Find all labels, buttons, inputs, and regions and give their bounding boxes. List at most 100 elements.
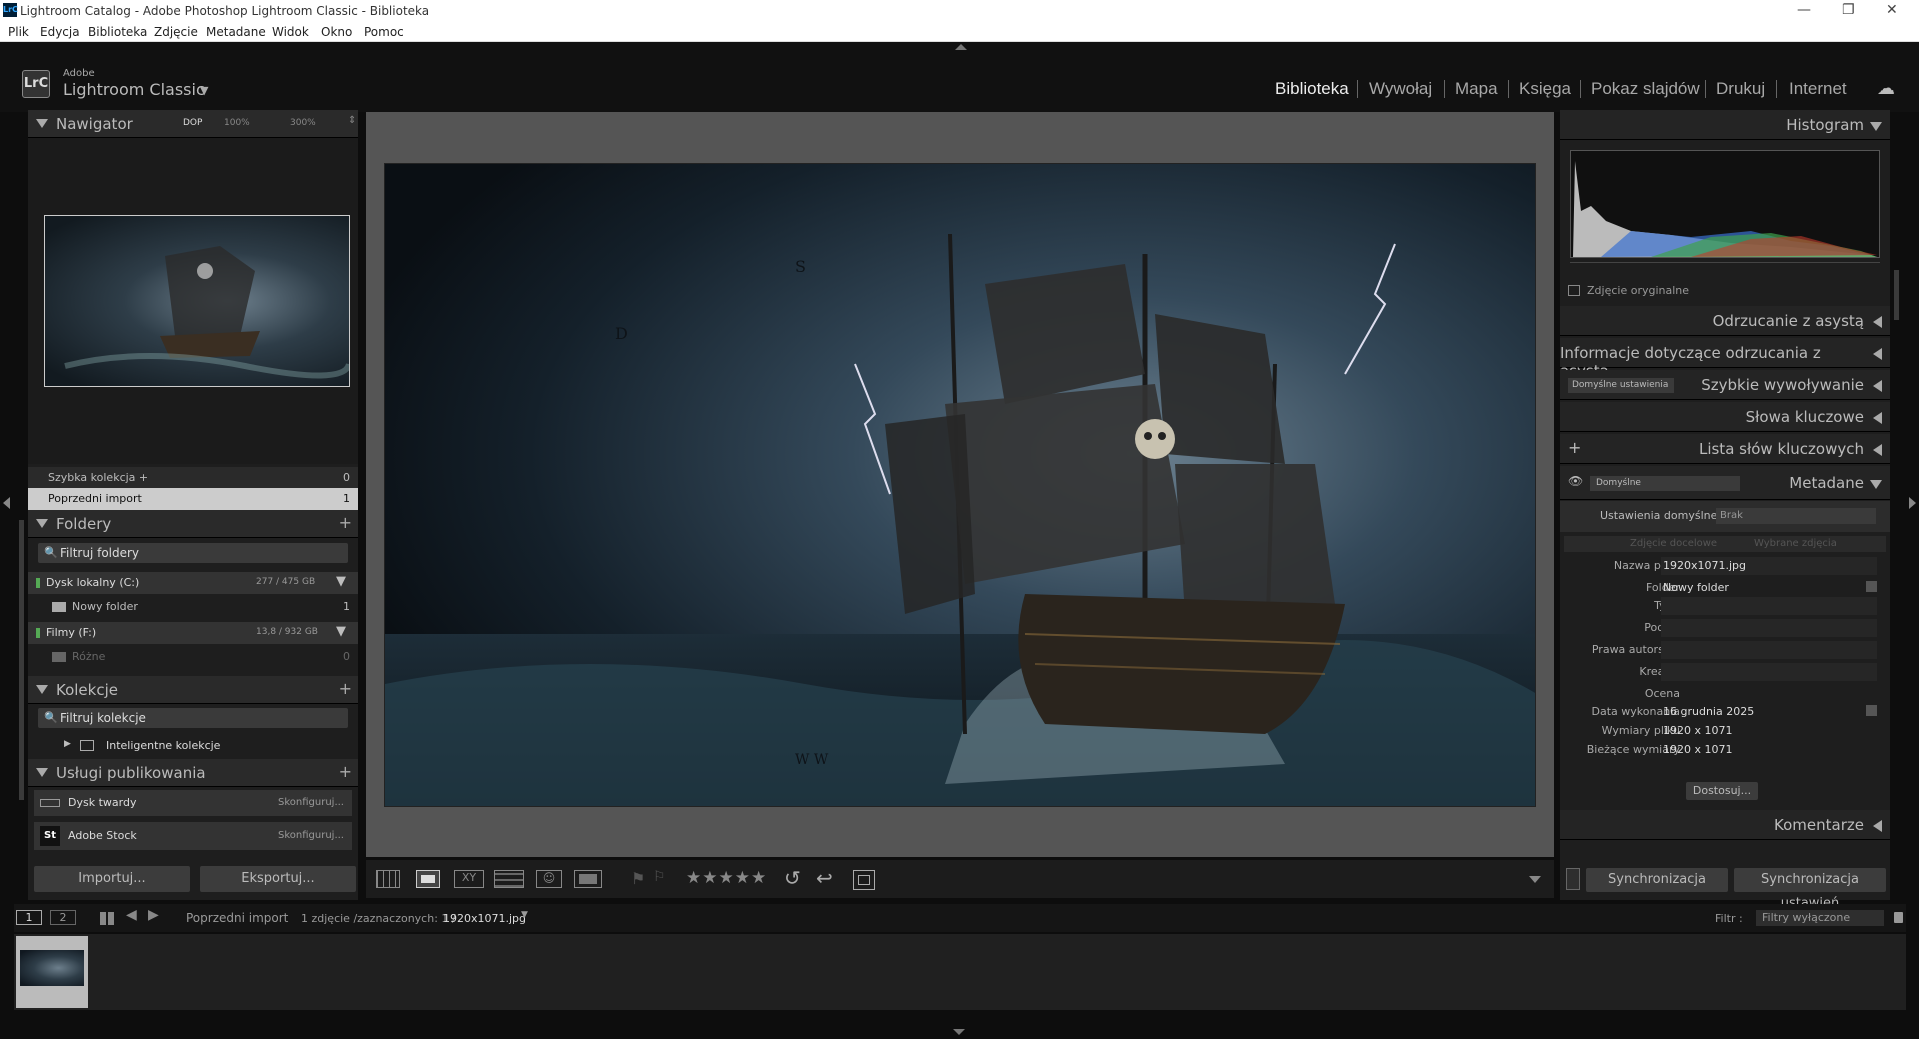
- module-library[interactable]: Biblioteka: [1275, 79, 1349, 99]
- module-print[interactable]: Drukuj: [1716, 79, 1765, 99]
- folder-row[interactable]: Nowy folder 1: [28, 596, 358, 618]
- copyright-input[interactable]: [1661, 641, 1877, 659]
- metadata-preset-select[interactable]: Domyślne: [1590, 476, 1740, 491]
- toolbar-options-icon[interactable]: [1529, 876, 1541, 883]
- right-scrollbar[interactable]: [1894, 270, 1899, 320]
- source-label[interactable]: Poprzedni import: [186, 911, 288, 925]
- filmstrip-thumbnail-cell[interactable]: [16, 936, 88, 1008]
- module-map[interactable]: Mapa: [1455, 79, 1498, 99]
- collapse-top-icon[interactable]: [955, 44, 967, 50]
- collapse-left-icon[interactable]: [3, 497, 10, 509]
- metadata-header[interactable]: 👁 Domyślne Metadane: [1560, 466, 1890, 500]
- compare-view-icon[interactable]: XY: [454, 870, 484, 888]
- flag-pick-icon[interactable]: ⚑: [631, 869, 645, 888]
- disclosure-triangle-icon[interactable]: [1873, 316, 1882, 328]
- navigator-header[interactable]: Nawigator DOP 100% 300% ⇕: [28, 110, 358, 138]
- filter-folders-input[interactable]: 🔍 Filtruj foldery: [38, 543, 348, 563]
- chevron-down-icon[interactable]: ▼: [200, 84, 208, 97]
- edit-date-icon[interactable]: [1866, 705, 1877, 716]
- flag-reject-icon[interactable]: ⚐: [653, 869, 666, 885]
- add-folder-icon[interactable]: +: [339, 513, 352, 532]
- grid-icon[interactable]: [100, 912, 114, 925]
- assisted-culling-header[interactable]: Odrzucanie z asystą: [1560, 306, 1890, 336]
- left-scrollbar[interactable]: [19, 520, 24, 800]
- current-file[interactable]: 1920x1071.jpg: [443, 912, 526, 925]
- zoom-100[interactable]: 100%: [224, 118, 250, 128]
- histogram-header[interactable]: Histogram: [1560, 110, 1890, 140]
- screen-2-button[interactable]: 2: [50, 910, 76, 925]
- quick-develop-preset-select[interactable]: Domyślne ustawienia: [1568, 378, 1674, 393]
- collapse-right-icon[interactable]: [1909, 497, 1916, 509]
- disclosure-triangle-icon[interactable]: [1873, 444, 1882, 456]
- disclosure-triangle-icon[interactable]: [1870, 480, 1882, 489]
- title-input[interactable]: [1661, 597, 1877, 615]
- survey-view-icon[interactable]: [494, 870, 524, 888]
- chevron-down-icon[interactable]: ▼: [336, 574, 346, 589]
- people-view-icon[interactable]: ☺: [536, 870, 562, 888]
- menu-window[interactable]: Okno: [321, 25, 352, 39]
- menu-library[interactable]: Biblioteka: [88, 25, 147, 39]
- rotate-right-icon[interactable]: ↩: [816, 866, 833, 890]
- culling-info-header[interactable]: Informacje dotyczące odrzucania z asystą: [1560, 338, 1890, 380]
- menu-photo[interactable]: Zdjęcie: [154, 25, 198, 39]
- disclosure-triangle-icon[interactable]: [36, 768, 48, 777]
- volume-row[interactable]: Filmy (F:) 13,8 / 932 GB ▼: [28, 622, 358, 644]
- histogram-graph[interactable]: [1570, 150, 1880, 258]
- chevron-down-icon[interactable]: ▼: [521, 910, 528, 920]
- collapse-bottom-icon[interactable]: [953, 1029, 965, 1035]
- menu-file[interactable]: Plik: [8, 25, 29, 39]
- quick-develop-header[interactable]: Domyślne ustawienia Szybkie wywoływanie: [1560, 370, 1890, 400]
- sync-button[interactable]: Synchronizacja: [1586, 868, 1728, 892]
- caption-input[interactable]: [1661, 619, 1877, 637]
- disclosure-triangle-icon[interactable]: [36, 685, 48, 694]
- eye-icon[interactable]: 👁: [1568, 474, 1583, 488]
- keywords-header[interactable]: Słowa kluczowe: [1560, 402, 1890, 432]
- creator-input[interactable]: [1661, 663, 1877, 681]
- publish-service-row[interactable]: Dysk twardy Skonfiguruj...: [34, 790, 352, 816]
- customize-button[interactable]: Dostosuj...: [1686, 782, 1758, 800]
- rotate-left-icon[interactable]: ↺: [784, 866, 801, 890]
- star-rating[interactable]: ★★★★★: [686, 868, 767, 888]
- lock-icon[interactable]: [1894, 912, 1903, 923]
- forward-arrow-icon[interactable]: ▶: [148, 907, 159, 923]
- sync-toggle-switch[interactable]: [1566, 868, 1580, 890]
- module-develop[interactable]: Wywołaj: [1369, 79, 1432, 99]
- configure-link[interactable]: Skonfiguruj...: [278, 797, 344, 808]
- keyword-list-header[interactable]: + Lista słów kluczowych: [1560, 434, 1890, 464]
- publish-service-row[interactable]: St Adobe Stock Skonfiguruj...: [34, 822, 352, 850]
- volume-row[interactable]: Dysk lokalny (C:) 277 / 475 GB ▼: [28, 572, 358, 594]
- screen-1-button[interactable]: 1: [16, 910, 42, 925]
- zoom-300[interactable]: 300%: [290, 118, 316, 128]
- filter-collections-input[interactable]: 🔍 Filtruj kolekcje: [38, 708, 348, 728]
- disclosure-triangle-icon[interactable]: [36, 519, 48, 528]
- add-collection-icon[interactable]: +: [339, 679, 352, 698]
- export-button[interactable]: Eksportuj...: [200, 866, 356, 892]
- menu-view[interactable]: Widok: [272, 25, 309, 39]
- disclosure-triangle-icon[interactable]: [1873, 820, 1882, 832]
- import-button[interactable]: Importuj...: [34, 866, 190, 892]
- menu-help[interactable]: Pomoc: [364, 25, 404, 39]
- disclosure-triangle-icon[interactable]: [1873, 412, 1882, 424]
- folder-row[interactable]: Różne 0: [28, 646, 358, 668]
- add-publish-service-icon[interactable]: +: [339, 762, 352, 781]
- go-to-folder-icon[interactable]: [1866, 581, 1877, 592]
- disclosure-triangle-icon[interactable]: [1873, 348, 1882, 360]
- menu-edit[interactable]: Edycja: [40, 25, 80, 39]
- cloud-sync-icon[interactable]: ☁: [1877, 78, 1895, 99]
- loupe-view-icon[interactable]: [416, 870, 440, 888]
- minimize-icon[interactable]: —: [1797, 2, 1811, 18]
- publish-services-header[interactable]: Usługi publikowania +: [28, 759, 358, 787]
- disclosure-triangle-icon[interactable]: [1873, 380, 1882, 392]
- disclosure-triangle-icon[interactable]: [1870, 122, 1882, 131]
- comments-header[interactable]: Komentarze: [1560, 810, 1890, 840]
- add-keyword-icon[interactable]: +: [1568, 438, 1581, 457]
- main-photo[interactable]: D S W W: [384, 163, 1536, 807]
- filter-select[interactable]: Filtry wyłączone: [1756, 910, 1884, 926]
- configure-link[interactable]: Skonfiguruj...: [278, 830, 344, 841]
- selected-photos-tab[interactable]: Wybrane zdjęcia: [1754, 538, 1837, 549]
- chevron-down-icon[interactable]: ▼: [336, 624, 346, 639]
- collections-header[interactable]: Kolekcje +: [28, 676, 358, 704]
- zoom-fit[interactable]: DOP: [183, 118, 202, 128]
- sync-settings-button[interactable]: Synchronizacja ustawień: [1734, 868, 1886, 911]
- zoom-stepper-icon[interactable]: ⇕: [348, 115, 356, 126]
